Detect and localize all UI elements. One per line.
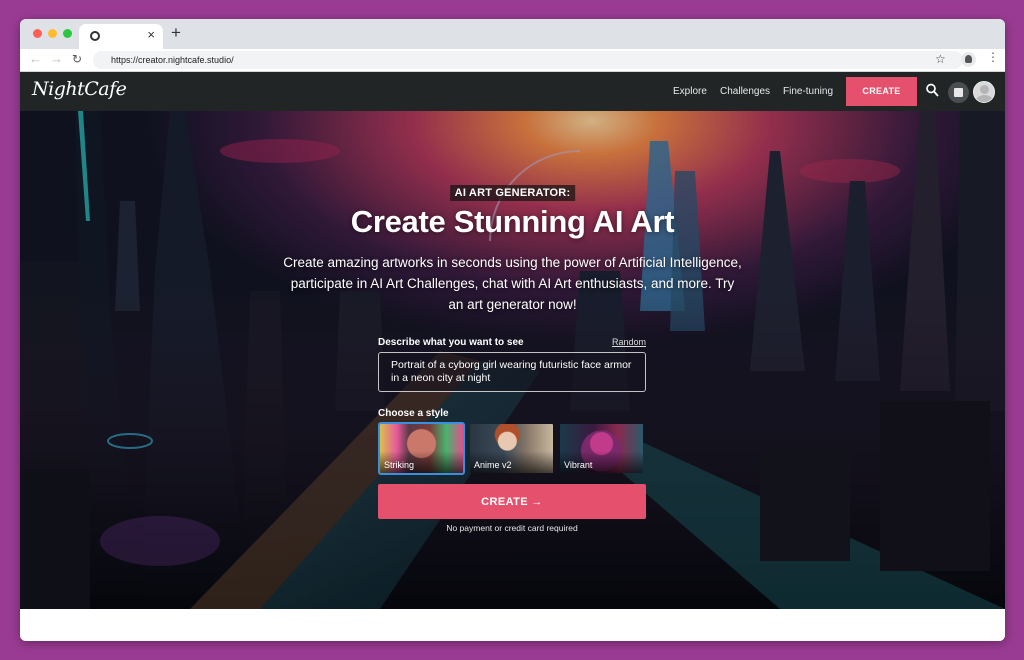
hero-content: AI ART GENERATOR: Create Stunning AI Art… xyxy=(20,111,1005,609)
nav-fine-tuning[interactable]: Fine-tuning xyxy=(783,86,833,97)
url-input[interactable]: https://creator.nightcafe.studio/ xyxy=(93,51,963,69)
style-picker: Striking Anime v2 Vibrant xyxy=(378,422,646,475)
prompt-input[interactable] xyxy=(378,352,646,392)
new-tab-button[interactable]: + xyxy=(171,23,181,43)
window-controls xyxy=(33,29,72,38)
style-option-striking[interactable]: Striking xyxy=(378,422,465,475)
search-icon[interactable] xyxy=(926,83,939,98)
bookmark-star-icon[interactable]: ☆ xyxy=(935,52,946,66)
address-bar: ← → ↻ https://creator.nightcafe.studio/ … xyxy=(20,49,1005,72)
minimize-window-button[interactable] xyxy=(48,29,57,38)
dice-icon xyxy=(954,88,963,97)
hero-section: AI ART GENERATOR: Create Stunning AI Art… xyxy=(20,111,1005,609)
hero-title: Create Stunning AI Art xyxy=(350,204,675,239)
tab-strip: × + xyxy=(20,19,1005,49)
header-create-button[interactable]: CREATE xyxy=(846,77,917,106)
generator-form: Describe what you want to see Random Cho… xyxy=(378,337,646,533)
style-name: Vibrant xyxy=(564,460,593,470)
style-option-vibrant[interactable]: Vibrant xyxy=(558,422,645,475)
user-avatar[interactable] xyxy=(973,81,995,103)
tab-close-icon[interactable]: × xyxy=(147,27,155,42)
site-header: NightCafe Explore Challenges Fine-tuning… xyxy=(20,72,1005,111)
page-below-fold xyxy=(20,609,1005,641)
style-name: Striking xyxy=(384,460,415,470)
hero-eyebrow: AI ART GENERATOR: xyxy=(449,185,576,201)
nightcafe-logo[interactable]: NightCafe xyxy=(32,78,127,100)
no-payment-note: No payment or credit card required xyxy=(446,523,578,533)
chrome-favicon-icon xyxy=(90,31,100,41)
hero-subtitle: Create amazing artworks in seconds using… xyxy=(283,255,742,312)
create-art-button[interactable]: CREATE → xyxy=(378,484,646,519)
back-icon[interactable]: ← xyxy=(29,51,42,66)
reload-icon[interactable]: ↻ xyxy=(72,52,82,66)
random-dice-button[interactable] xyxy=(948,82,969,103)
style-name: Anime v2 xyxy=(474,460,512,470)
maximize-window-button[interactable] xyxy=(63,29,72,38)
random-prompt-link[interactable]: Random xyxy=(612,337,646,347)
browser-profile-icon[interactable] xyxy=(961,52,976,67)
browser-window: × + ← → ↻ https://creator.nightcafe.stud… xyxy=(20,19,1005,641)
prompt-label: Describe what you want to see xyxy=(378,337,524,348)
nav-explore[interactable]: Explore xyxy=(673,86,707,97)
browser-menu-icon[interactable]: ⋮ xyxy=(987,50,999,64)
browser-tab[interactable]: × xyxy=(79,24,163,49)
style-option-anime-v2[interactable]: Anime v2 xyxy=(468,422,555,475)
forward-icon[interactable]: → xyxy=(50,51,63,66)
close-window-button[interactable] xyxy=(33,29,42,38)
style-label: Choose a style xyxy=(378,408,449,419)
nav-challenges[interactable]: Challenges xyxy=(720,86,770,97)
